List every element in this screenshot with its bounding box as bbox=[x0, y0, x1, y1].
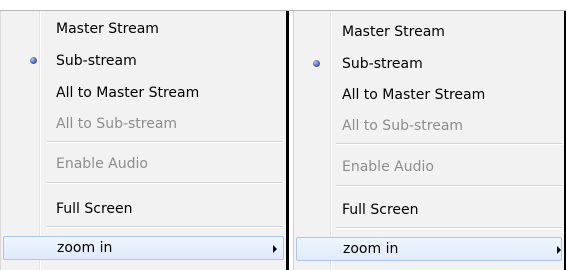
menu-item-zoom-in[interactable]: zoom in bbox=[296, 237, 562, 261]
menu-separator bbox=[47, 141, 282, 143]
menu-item-enable-audio: Enable Audio bbox=[3, 152, 284, 176]
menu-item-label: All to Sub-stream bbox=[342, 118, 464, 134]
menu-item-label: Master Stream bbox=[342, 24, 445, 40]
menu-separator bbox=[47, 182, 282, 184]
menu-item-label: Master Stream bbox=[56, 21, 159, 37]
submenu-arrow-icon bbox=[557, 246, 561, 254]
menu-separator bbox=[336, 227, 562, 229]
menu-item-label: All to Sub-stream bbox=[56, 116, 178, 132]
menu-item-label: Sub-stream bbox=[56, 53, 137, 69]
menu-item-all-to-master-stream[interactable]: All to Master Stream bbox=[3, 81, 284, 105]
menu-item-all-to-sub-stream: All to Sub-stream bbox=[3, 112, 284, 136]
menu-item-label: All to Master Stream bbox=[56, 85, 200, 101]
menu-item-sub-stream[interactable]: Sub-stream bbox=[296, 52, 562, 76]
radio-selected-icon bbox=[30, 57, 37, 64]
menu-item-label: Full Screen bbox=[56, 201, 133, 217]
menu-item-label: Sub-stream bbox=[342, 56, 423, 72]
menu-item-full-screen[interactable]: Full Screen bbox=[3, 197, 284, 221]
menu-item-master-stream[interactable]: Master Stream bbox=[3, 17, 284, 41]
menu-item-label: Enable Audio bbox=[342, 159, 434, 175]
menu-item-all-to-master-stream[interactable]: All to Master Stream bbox=[296, 83, 562, 107]
menu-item-label: zoom in bbox=[343, 241, 399, 257]
menu-item-label: Enable Audio bbox=[56, 156, 148, 172]
menu-item-label: zoom in bbox=[57, 240, 113, 256]
context-menu-right: Master Stream Sub-stream All to Master S… bbox=[293, 11, 566, 270]
context-menu-left: Master Stream Sub-stream All to Master S… bbox=[0, 11, 289, 270]
menu-item-zoom-in[interactable]: zoom in bbox=[3, 236, 284, 260]
menu-item-all-to-sub-stream: All to Sub-stream bbox=[296, 114, 562, 138]
menu-separator bbox=[47, 226, 282, 228]
menu-item-full-screen[interactable]: Full Screen bbox=[296, 198, 562, 222]
submenu-arrow-icon bbox=[273, 245, 277, 253]
menu-item-label: Full Screen bbox=[342, 202, 419, 218]
menu-separator bbox=[336, 185, 562, 187]
menu-gutter-divider bbox=[330, 11, 332, 270]
menu-item-enable-audio: Enable Audio bbox=[296, 155, 562, 179]
radio-selected-icon bbox=[313, 60, 320, 67]
menu-separator bbox=[336, 143, 562, 145]
screenshot-stage: Master Stream Sub-stream All to Master S… bbox=[0, 0, 566, 270]
menu-item-label: All to Master Stream bbox=[342, 87, 486, 103]
menu-item-master-stream[interactable]: Master Stream bbox=[296, 20, 562, 44]
menu-item-sub-stream[interactable]: Sub-stream bbox=[3, 49, 284, 73]
